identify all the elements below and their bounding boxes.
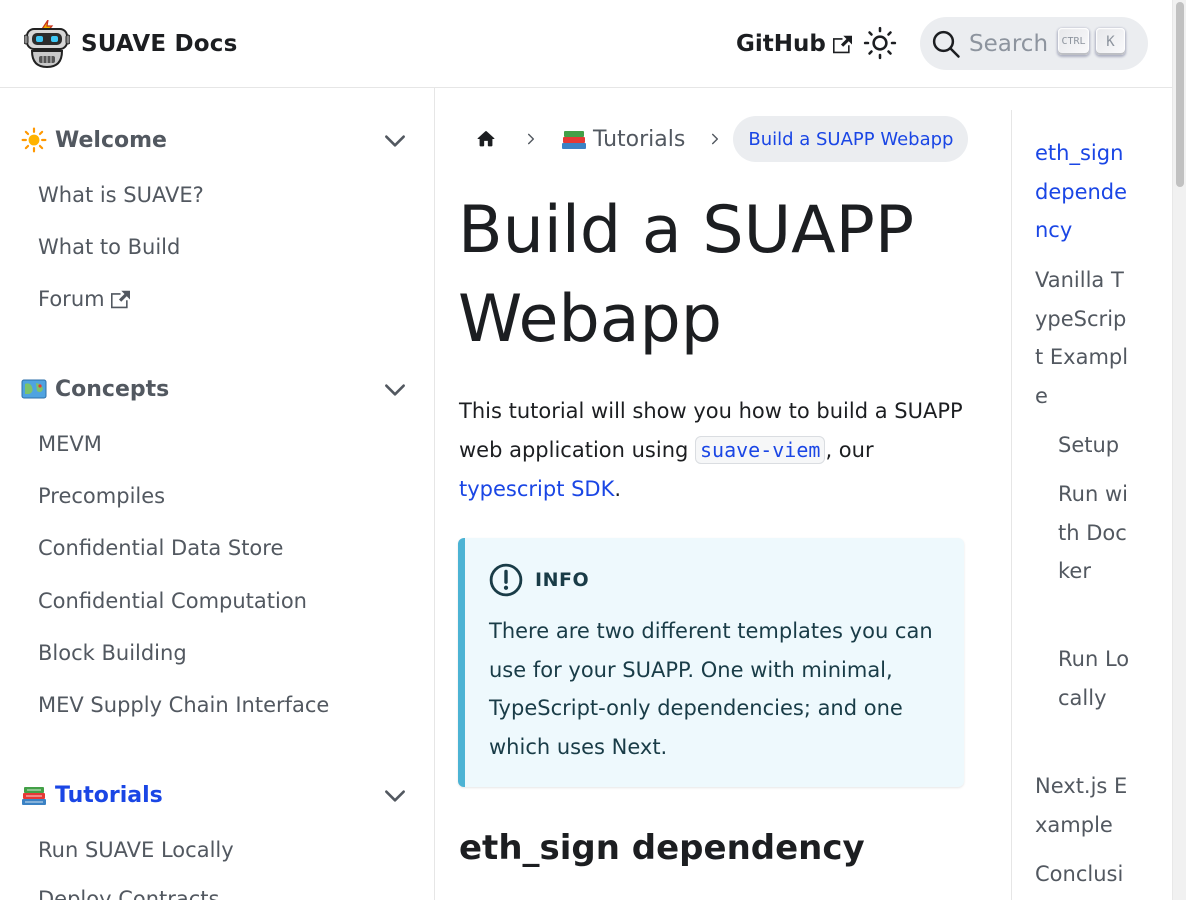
sidebar-item-block-building[interactable]: Block Building: [38, 638, 187, 668]
sidebar-item-confidential-computation[interactable]: Confidential Computation: [38, 586, 307, 616]
sidebar-item-forum[interactable]: Forum: [38, 284, 130, 314]
page-title: Build a SUAPP Webapp: [458, 193, 915, 357]
chevron-down-icon[interactable]: [382, 783, 408, 809]
search-placeholder: Search: [969, 30, 1049, 57]
breadcrumb-section-label: Tutorials: [593, 126, 686, 152]
books-emoji-icon: [20, 781, 48, 809]
sidebar-item-mevm[interactable]: MEVM: [38, 429, 102, 459]
books-emoji-icon: [562, 131, 586, 149]
sidebar-category-tutorials[interactable]: Tutorials: [20, 775, 416, 815]
sidebar-category-label: Tutorials: [55, 782, 163, 808]
sidebar-item-what-to-build[interactable]: What to Build: [38, 232, 180, 262]
toc-link-run-locally[interactable]: Run Locally: [1058, 640, 1130, 717]
breadcrumb: Tutorials Build a SUAPP Webapp: [459, 116, 969, 162]
chevron-down-icon[interactable]: [382, 377, 408, 403]
brand-link[interactable]: SUAVE Docs: [24, 20, 238, 68]
sidebar-category-welcome[interactable]: Welcome: [20, 120, 416, 160]
sidebar-category-label: Concepts: [55, 376, 170, 402]
sidebar-item-what-is-suave[interactable]: What is SUAVE?: [38, 180, 204, 210]
sidebar-item-run-suave-locally[interactable]: Run SUAVE Locally: [38, 835, 234, 865]
search-button[interactable]: Search CTRL K: [920, 17, 1148, 70]
admonition-title: INFO: [535, 569, 590, 591]
sidebar-item-label: Forum: [38, 287, 105, 311]
scrollbar-thumb[interactable]: [1176, 2, 1184, 187]
admonition-heading: INFO: [489, 563, 589, 597]
info-icon: [489, 563, 523, 597]
page-scrollbar[interactable]: [1172, 0, 1186, 900]
docs-sidebar: Welcome What is SUAVE? What to Build For…: [0, 88, 435, 900]
kbd-k-key: K: [1096, 28, 1125, 55]
inline-code: suave-viem: [695, 436, 826, 464]
chevron-right-icon: [519, 116, 543, 162]
admonition-body: There are two different templates you ca…: [489, 619, 933, 759]
kbd-ctrl-key: CTRL: [1058, 28, 1089, 55]
toc-link-run-with-docker[interactable]: Run with Docker: [1058, 475, 1130, 591]
navbar: SUAVE Docs GitHub Search CTRL K: [0, 0, 1172, 88]
external-link-icon: [832, 35, 852, 53]
robot-logo-icon: [24, 20, 70, 68]
github-link[interactable]: GitHub: [736, 28, 852, 60]
sidebar-category-label: Welcome: [55, 127, 167, 153]
github-label: GitHub: [736, 31, 826, 57]
sidebar-item-mev-supply-chain-interface[interactable]: MEV Supply Chain Interface: [38, 690, 329, 720]
external-link-icon: [110, 290, 130, 308]
chevron-right-icon: [703, 116, 727, 162]
table-of-contents: eth_sign dependency Vanilla TypeScript E…: [1011, 110, 1161, 900]
toc-link-nextjs-example[interactable]: Next.js Example: [1035, 767, 1130, 844]
toc-link-setup[interactable]: Setup: [1058, 426, 1130, 465]
sun-emoji-icon: [20, 126, 48, 154]
section-heading: eth_sign dependency: [459, 828, 865, 868]
toc-link-conclusion[interactable]: Conclusion: [1035, 855, 1130, 900]
sidebar-item-precompiles[interactable]: Precompiles: [38, 481, 165, 511]
brand-title: SUAVE Docs: [81, 31, 238, 57]
intro-text: , our: [825, 438, 874, 462]
info-admonition: INFO There are two different templates y…: [458, 538, 964, 787]
home-icon: [477, 131, 495, 147]
search-icon: [932, 30, 960, 58]
breadcrumb-tutorials-link[interactable]: Tutorials: [549, 127, 697, 152]
breadcrumb-current: Build a SUAPP Webapp: [733, 116, 969, 162]
toc-link-eth-sign-dependency[interactable]: eth_sign dependency: [1035, 134, 1130, 250]
theme-toggle-button[interactable]: [860, 23, 900, 63]
sun-icon: [863, 26, 897, 60]
sidebar-item-confidential-data-store[interactable]: Confidential Data Store: [38, 533, 283, 563]
map-emoji-icon: [20, 375, 48, 403]
intro-paragraph: This tutorial will show you how to build…: [459, 392, 979, 509]
toc-link-vanilla-typescript-example[interactable]: Vanilla TypeScript Example: [1035, 261, 1130, 415]
sidebar-item-deploy-contracts[interactable]: Deploy Contracts: [38, 884, 219, 900]
chevron-down-icon[interactable]: [382, 128, 408, 154]
sidebar-category-concepts[interactable]: Concepts: [20, 369, 416, 409]
typescript-sdk-link[interactable]: typescript SDK: [459, 477, 614, 501]
intro-text: .: [614, 477, 622, 501]
breadcrumb-home-link[interactable]: [459, 116, 513, 162]
